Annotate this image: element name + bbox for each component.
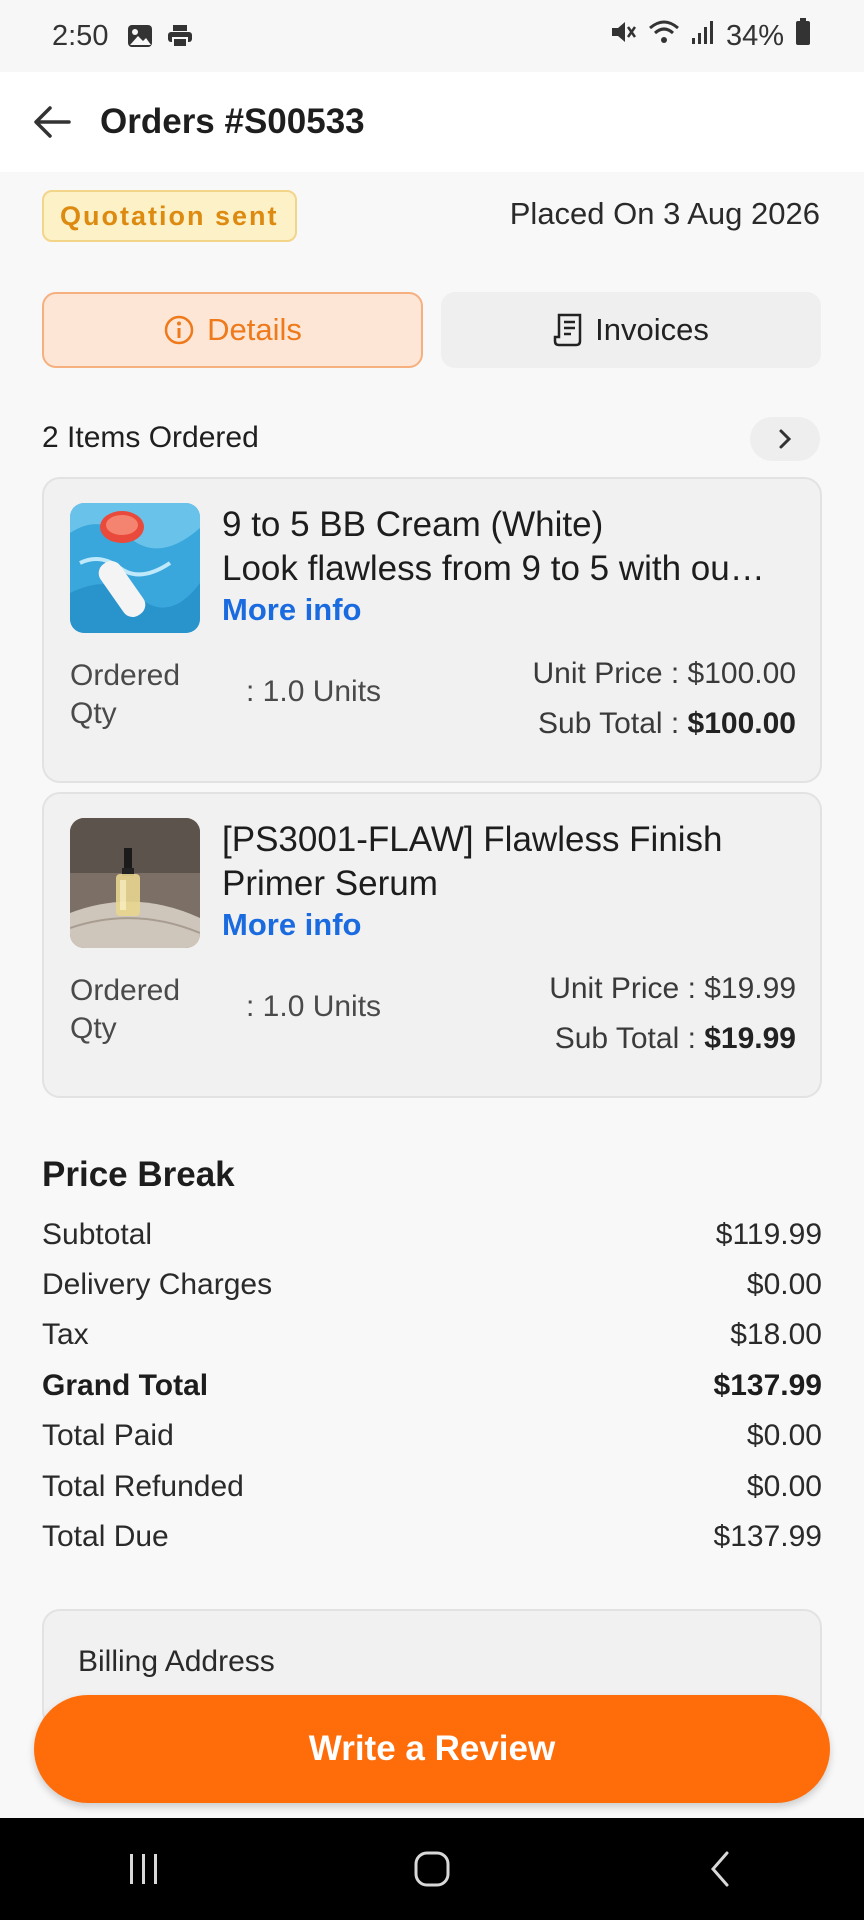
back-chevron-icon: [711, 1851, 729, 1887]
wifi-icon: [648, 18, 680, 54]
arrow-left-icon: [34, 106, 71, 138]
sub-total-label: Sub Total :: [554, 1022, 705, 1055]
printer-icon: [166, 23, 194, 49]
ordered-qty-value: : 1.0 Units: [246, 990, 382, 1023]
order-item-card: [PS3001-FLAW] Flawless Finish Primer Ser…: [42, 792, 822, 1098]
battery-icon: [794, 17, 812, 55]
price-label: Subtotal: [42, 1218, 153, 1251]
order-details-screen: 2:50 34% Orders #S00533 Quotation sent P…: [0, 0, 864, 1920]
sub-total-value: $19.99: [704, 1022, 796, 1055]
price-row-total-due: Total Due $137.99: [42, 1520, 822, 1554]
ordered-qty-value: : 1.0 Units: [246, 675, 382, 708]
sub-total: Sub Total : $100.00: [538, 707, 796, 741]
price-row-total-paid: Total Paid $0.00: [42, 1419, 822, 1453]
sub-total-label: Sub Total :: [538, 707, 688, 740]
image-icon: [126, 23, 154, 49]
product-image: [70, 818, 200, 948]
home-icon: [414, 1851, 450, 1887]
price-label: Total Paid: [42, 1419, 174, 1452]
ordered-qty-label: Ordered Qty: [70, 659, 181, 730]
battery-percent: 34%: [725, 19, 784, 52]
sub-total-value: $100.00: [687, 707, 796, 740]
price-value: $137.99: [713, 1520, 822, 1553]
placed-on-date: Placed On 3 Aug 2026: [509, 196, 820, 231]
price-break-title: Price Break: [42, 1155, 235, 1194]
item-name-line1: 9 to 5 BB Cream (White): [222, 505, 604, 544]
price-row-delivery: Delivery Charges $0.00: [42, 1268, 822, 1302]
signal-icon: [690, 18, 716, 54]
recent-apps-icon: [130, 1854, 157, 1884]
ordered-qty-label: Ordered Qty: [70, 974, 181, 1045]
page-title: Orders #S00533: [100, 102, 365, 141]
price-row-grand-total: Grand Total $137.99: [42, 1369, 822, 1403]
price-label: Total Due: [42, 1520, 169, 1553]
more-info-link[interactable]: More info: [222, 592, 362, 628]
mute-icon: [608, 18, 638, 54]
price-label: Total Refunded: [42, 1470, 244, 1503]
price-row-total-refunded: Total Refunded $0.00: [42, 1470, 822, 1504]
price-label: Tax: [42, 1318, 89, 1351]
info-icon: [164, 315, 194, 345]
unit-price: Unit Price : $19.99: [549, 972, 796, 1005]
item-name-line2: Look flawless from 9 to 5 with ou…: [222, 549, 765, 588]
product-image: [70, 503, 200, 633]
price-value: $137.99: [713, 1369, 822, 1402]
app-bar: Orders #S00533: [0, 72, 864, 172]
price-value: $18.00: [730, 1318, 822, 1351]
chevron-right-icon: [779, 429, 792, 449]
order-item-card: 9 to 5 BB Cream (White) Look flawless fr…: [42, 477, 822, 783]
unit-price: Unit Price : $100.00: [532, 657, 796, 690]
system-back-button[interactable]: [680, 1829, 760, 1909]
price-value: $0.00: [746, 1419, 822, 1452]
recent-apps-button[interactable]: [104, 1829, 184, 1909]
status-time: 2:50: [52, 19, 109, 52]
status-right-icons: 34%: [608, 17, 812, 55]
price-label: Delivery Charges: [42, 1268, 273, 1301]
more-info-link[interactable]: More info: [222, 907, 362, 943]
items-expand-button[interactable]: [750, 417, 820, 461]
price-row-subtotal: Subtotal $119.99: [42, 1218, 822, 1252]
home-button[interactable]: [392, 1829, 472, 1909]
tab-details-label: Details: [207, 312, 302, 347]
items-ordered-header: 2 Items Ordered: [42, 421, 259, 454]
tab-details[interactable]: Details: [42, 292, 423, 368]
price-value: $0.00: [746, 1268, 822, 1301]
receipt-icon: [553, 313, 582, 347]
price-value: $0.00: [746, 1470, 822, 1503]
system-nav-bar: [0, 1818, 864, 1920]
billing-address-title: Billing Address: [78, 1645, 275, 1678]
back-button[interactable]: [30, 100, 74, 144]
item-name: 9 to 5 BB Cream (White) Look flawless fr…: [222, 503, 802, 591]
price-row-tax: Tax $18.00: [42, 1318, 822, 1352]
item-name-line2: Primer Serum: [222, 864, 438, 903]
status-bar: 2:50 34%: [0, 0, 864, 72]
tab-invoices-label: Invoices: [595, 312, 709, 347]
write-review-button[interactable]: Write a Review: [34, 1695, 830, 1803]
price-label: Grand Total: [42, 1369, 209, 1402]
tab-invoices[interactable]: Invoices: [441, 292, 821, 368]
item-name: [PS3001-FLAW] Flawless Finish Primer Ser…: [222, 818, 802, 906]
item-name-line1: [PS3001-FLAW] Flawless Finish: [222, 820, 723, 859]
status-badge: Quotation sent: [42, 190, 297, 242]
price-value: $119.99: [715, 1218, 822, 1251]
sub-total: Sub Total : $19.99: [555, 1022, 796, 1056]
